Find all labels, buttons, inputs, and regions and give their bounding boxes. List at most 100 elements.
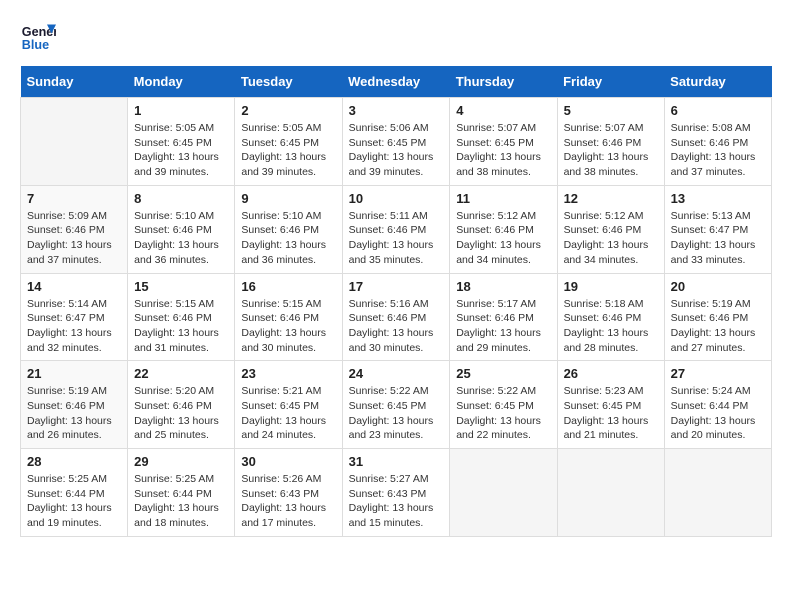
day-info: Sunrise: 5:15 AM Sunset: 6:46 PM Dayligh…: [134, 297, 228, 356]
svg-text:Blue: Blue: [22, 38, 49, 52]
calendar-week-row: 14 Sunrise: 5:14 AM Sunset: 6:47 PM Dayli…: [21, 273, 772, 361]
day-number: 9: [241, 191, 335, 206]
day-info: Sunrise: 5:26 AM Sunset: 6:43 PM Dayligh…: [241, 472, 335, 531]
calendar-cell: 19Sunrise: 5:18 AM Sunset: 6:46 PM Dayli…: [557, 273, 664, 361]
calendar-cell: 14 Sunrise: 5:14 AM Sunset: 6:47 PM Dayli…: [21, 273, 128, 361]
calendar-cell: 11Sunrise: 5:12 AM Sunset: 6:46 PM Dayli…: [450, 185, 557, 273]
calendar-week-row: 7 Sunrise: 5:09 AM Sunset: 6:46 PM Daylig…: [21, 185, 772, 273]
day-number: 11: [456, 191, 550, 206]
calendar-cell: 16 Sunrise: 5:15 AM Sunset: 6:46 PM Dayli…: [235, 273, 342, 361]
calendar-week-row: 21Sunrise: 5:19 AM Sunset: 6:46 PM Dayli…: [21, 361, 772, 449]
calendar-week-row: 28 Sunrise: 5:25 AM Sunset: 6:44 PM Dayli…: [21, 449, 772, 537]
day-number: 28: [27, 454, 121, 469]
day-info: Sunrise: 5:25 AM Sunset: 6:44 PM Dayligh…: [134, 472, 228, 531]
calendar-cell: 2Sunrise: 5:05 AM Sunset: 6:45 PM Daylig…: [235, 98, 342, 186]
day-info: Sunrise: 5:16 AM Sunset: 6:46 PM Dayligh…: [349, 297, 444, 356]
calendar-cell: 21Sunrise: 5:19 AM Sunset: 6:46 PM Dayli…: [21, 361, 128, 449]
calendar-cell: 10 Sunrise: 5:11 AM Sunset: 6:46 PM Dayli…: [342, 185, 450, 273]
calendar-cell: [557, 449, 664, 537]
day-info: Sunrise: 5:06 AM Sunset: 6:45 PM Dayligh…: [349, 121, 444, 180]
day-number: 5: [564, 103, 658, 118]
calendar-cell: 22 Sunrise: 5:20 AM Sunset: 6:46 PM Dayli…: [128, 361, 235, 449]
header-thursday: Thursday: [450, 66, 557, 98]
calendar-cell: 23 Sunrise: 5:21 AM Sunset: 6:45 PM Dayli…: [235, 361, 342, 449]
calendar-cell: [21, 98, 128, 186]
calendar-cell: 12 Sunrise: 5:12 AM Sunset: 6:46 PM Dayli…: [557, 185, 664, 273]
day-number: 14: [27, 279, 121, 294]
calendar-cell: 30 Sunrise: 5:26 AM Sunset: 6:43 PM Dayli…: [235, 449, 342, 537]
day-info: Sunrise: 5:05 AM Sunset: 6:45 PM Dayligh…: [134, 121, 228, 180]
logo-icon: General Blue: [20, 20, 56, 56]
calendar-cell: 8 Sunrise: 5:10 AM Sunset: 6:46 PM Daylig…: [128, 185, 235, 273]
day-number: 17: [349, 279, 444, 294]
day-number: 27: [671, 366, 765, 381]
day-info: Sunrise: 5:24 AM Sunset: 6:44 PM Dayligh…: [671, 384, 765, 443]
day-info: Sunrise: 5:27 AM Sunset: 6:43 PM Dayligh…: [349, 472, 444, 531]
calendar-header-row: SundayMondayTuesdayWednesdayThursdayFrid…: [21, 66, 772, 98]
day-info: Sunrise: 5:07 AM Sunset: 6:46 PM Dayligh…: [564, 121, 658, 180]
day-number: 22: [134, 366, 228, 381]
calendar-cell: 26 Sunrise: 5:23 AM Sunset: 6:45 PM Dayli…: [557, 361, 664, 449]
day-info: Sunrise: 5:19 AM Sunset: 6:46 PM Dayligh…: [671, 297, 765, 356]
day-number: 6: [671, 103, 765, 118]
calendar-cell: 28Sunrise: 5:25 AM Sunset: 6:44 PM Dayli…: [21, 449, 128, 537]
day-info: Sunrise: 5:13 AM Sunset: 6:47 PM Dayligh…: [671, 209, 765, 268]
day-info: Sunrise: 5:14 AM Sunset: 6:47 PM Dayligh…: [27, 297, 121, 356]
day-info: Sunrise: 5:12 AM Sunset: 6:46 PM Dayligh…: [564, 209, 658, 268]
calendar-cell: 3 Sunrise: 5:06 AM Sunset: 6:45 PM Daylig…: [342, 98, 450, 186]
day-info: Sunrise: 5:23 AM Sunset: 6:45 PM Dayligh…: [564, 384, 658, 443]
day-info: Sunrise: 5:19 AM Sunset: 6:46 PM Dayligh…: [27, 384, 121, 443]
header-wednesday: Wednesday: [342, 66, 450, 98]
day-info: Sunrise: 5:20 AM Sunset: 6:46 PM Dayligh…: [134, 384, 228, 443]
day-number: 26: [564, 366, 658, 381]
day-number: 18: [456, 279, 550, 294]
calendar-cell: 20 Sunrise: 5:19 AM Sunset: 6:46 PM Dayli…: [664, 273, 771, 361]
logo: General Blue: [20, 20, 56, 56]
day-number: 3: [349, 103, 444, 118]
calendar-cell: [664, 449, 771, 537]
calendar-cell: [450, 449, 557, 537]
day-number: 10: [349, 191, 444, 206]
day-number: 8: [134, 191, 228, 206]
day-number: 1: [134, 103, 228, 118]
calendar-cell: 6 Sunrise: 5:08 AM Sunset: 6:46 PM Daylig…: [664, 98, 771, 186]
day-info: Sunrise: 5:21 AM Sunset: 6:45 PM Dayligh…: [241, 384, 335, 443]
day-number: 20: [671, 279, 765, 294]
day-info: Sunrise: 5:07 AM Sunset: 6:45 PM Dayligh…: [456, 121, 550, 180]
calendar-cell: 25 Sunrise: 5:22 AM Sunset: 6:45 PM Dayli…: [450, 361, 557, 449]
day-number: 23: [241, 366, 335, 381]
calendar-cell: 24 Sunrise: 5:22 AM Sunset: 6:45 PM Dayli…: [342, 361, 450, 449]
day-number: 7: [27, 191, 121, 206]
day-number: 12: [564, 191, 658, 206]
day-number: 25: [456, 366, 550, 381]
day-number: 16: [241, 279, 335, 294]
calendar-table: SundayMondayTuesdayWednesdayThursdayFrid…: [20, 66, 772, 537]
calendar-week-row: 1 Sunrise: 5:05 AM Sunset: 6:45 PM Daylig…: [21, 98, 772, 186]
day-number: 15: [134, 279, 228, 294]
header-saturday: Saturday: [664, 66, 771, 98]
day-number: 24: [349, 366, 444, 381]
calendar-cell: 4Sunrise: 5:07 AM Sunset: 6:45 PM Daylig…: [450, 98, 557, 186]
header-sunday: Sunday: [21, 66, 128, 98]
calendar-cell: 1 Sunrise: 5:05 AM Sunset: 6:45 PM Daylig…: [128, 98, 235, 186]
day-info: Sunrise: 5:09 AM Sunset: 6:46 PM Dayligh…: [27, 209, 121, 268]
day-info: Sunrise: 5:11 AM Sunset: 6:46 PM Dayligh…: [349, 209, 444, 268]
day-number: 13: [671, 191, 765, 206]
header-monday: Monday: [128, 66, 235, 98]
calendar-cell: 5 Sunrise: 5:07 AM Sunset: 6:46 PM Daylig…: [557, 98, 664, 186]
calendar-cell: 17 Sunrise: 5:16 AM Sunset: 6:46 PM Dayli…: [342, 273, 450, 361]
day-info: Sunrise: 5:15 AM Sunset: 6:46 PM Dayligh…: [241, 297, 335, 356]
calendar-cell: 18Sunrise: 5:17 AM Sunset: 6:46 PM Dayli…: [450, 273, 557, 361]
day-info: Sunrise: 5:10 AM Sunset: 6:46 PM Dayligh…: [241, 209, 335, 268]
calendar-cell: 7 Sunrise: 5:09 AM Sunset: 6:46 PM Daylig…: [21, 185, 128, 273]
calendar-cell: 9 Sunrise: 5:10 AM Sunset: 6:46 PM Daylig…: [235, 185, 342, 273]
page-header: General Blue: [20, 20, 772, 56]
calendar-cell: 15 Sunrise: 5:15 AM Sunset: 6:46 PM Dayli…: [128, 273, 235, 361]
calendar-cell: 27 Sunrise: 5:24 AM Sunset: 6:44 PM Dayli…: [664, 361, 771, 449]
day-info: Sunrise: 5:08 AM Sunset: 6:46 PM Dayligh…: [671, 121, 765, 180]
day-info: Sunrise: 5:22 AM Sunset: 6:45 PM Dayligh…: [349, 384, 444, 443]
day-info: Sunrise: 5:10 AM Sunset: 6:46 PM Dayligh…: [134, 209, 228, 268]
day-info: Sunrise: 5:22 AM Sunset: 6:45 PM Dayligh…: [456, 384, 550, 443]
day-info: Sunrise: 5:18 AM Sunset: 6:46 PM Dayligh…: [564, 297, 658, 356]
day-number: 30: [241, 454, 335, 469]
